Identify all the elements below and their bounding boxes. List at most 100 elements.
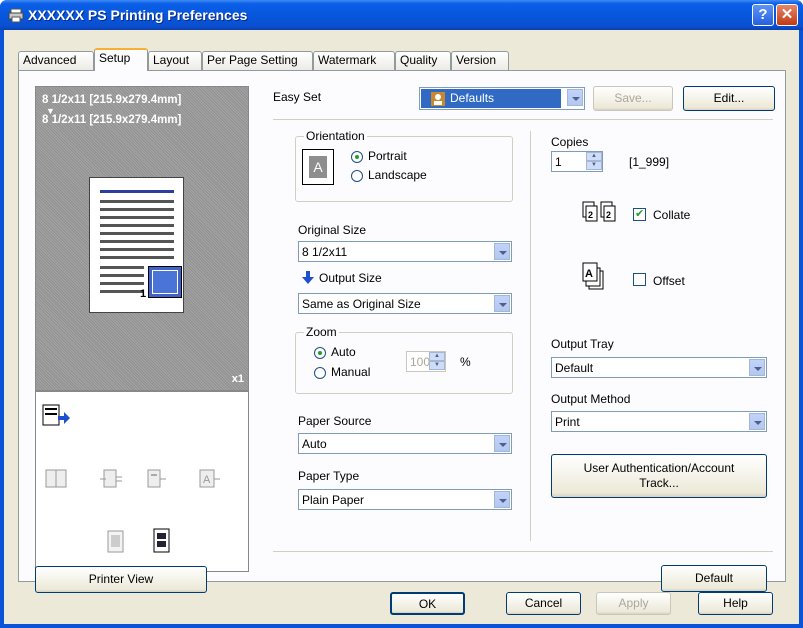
tab-version[interactable]: Version	[451, 51, 509, 70]
original-size-select[interactable]: 8 1/2x11	[298, 241, 512, 262]
tab-per-page-setting[interactable]: Per Page Setting	[202, 51, 313, 70]
zoom-manual-label[interactable]: Manual	[331, 365, 370, 379]
collate-icon: 2 2	[582, 201, 616, 222]
easy-set-label: Easy Set	[273, 90, 322, 104]
preview-text-line	[100, 240, 174, 243]
paper-source-select[interactable]: Auto	[298, 433, 512, 454]
printer-output-icon[interactable]	[42, 404, 72, 428]
zoom-unit: %	[460, 355, 471, 369]
paper-type-value: Plain Paper	[302, 493, 365, 507]
cancel-button[interactable]: Cancel	[506, 592, 581, 615]
offset-label[interactable]: Offset	[653, 274, 685, 288]
output-size-select[interactable]: Same as Original Size	[298, 293, 512, 314]
orientation-letter-icon: A	[309, 156, 327, 178]
fold-icon[interactable]: A	[196, 467, 224, 491]
orientation-group: Orientation A Portrait Landscape	[295, 129, 513, 202]
booklet-icon[interactable]	[44, 467, 70, 491]
cover-page-icon[interactable]	[106, 529, 126, 555]
chevron-down-icon[interactable]	[494, 295, 510, 312]
punch-icon[interactable]	[98, 467, 124, 491]
zoom-auto-label[interactable]: Auto	[331, 345, 356, 359]
tab-setup[interactable]: Setup	[94, 48, 148, 71]
portrait-radio[interactable]	[351, 151, 363, 163]
divider	[273, 119, 773, 120]
tab-quality[interactable]: Quality	[395, 51, 451, 70]
help-button[interactable]: Help	[698, 592, 773, 615]
orientation-legend: Orientation	[304, 129, 367, 143]
paper-preview: 1	[89, 177, 184, 313]
help-title-button[interactable]: ?	[752, 4, 774, 26]
original-size-label: Original Size	[298, 223, 367, 237]
offset-stack-icon: A	[582, 262, 604, 290]
default-button[interactable]: Default	[661, 565, 767, 592]
zoom-manual-radio[interactable]	[314, 367, 326, 379]
tab-advanced[interactable]: Advanced	[18, 51, 94, 70]
image-placeholder	[148, 266, 182, 298]
preview-text-line	[100, 216, 174, 219]
paper-source-label: Paper Source	[298, 414, 372, 428]
offset-checkbox[interactable]	[633, 273, 646, 286]
preview-text-line	[100, 282, 144, 285]
chevron-down-icon[interactable]	[749, 413, 765, 430]
preview-output-size: 8 1/2x11 [215.9x279.4mm]	[42, 114, 182, 126]
chevron-down-icon[interactable]	[494, 243, 510, 260]
output-tray-select[interactable]: Default	[551, 357, 767, 378]
preview-text-line	[100, 200, 174, 203]
chevron-down-icon[interactable]	[494, 435, 510, 452]
preview-text-line	[100, 290, 144, 293]
chevron-down-icon[interactable]	[749, 359, 765, 376]
portrait-label[interactable]: Portrait	[368, 149, 407, 163]
save-button[interactable]: Save...	[593, 86, 673, 111]
user-authentication-button[interactable]: User Authentication/Account Track...	[551, 454, 767, 498]
preview-text-line	[100, 248, 174, 251]
paper-source-value: Auto	[302, 437, 327, 451]
chevron-down-icon[interactable]	[494, 491, 510, 508]
svg-text:2: 2	[588, 210, 593, 220]
original-size-value: 8 1/2x11	[302, 245, 348, 259]
user-auth-line1: User Authentication/Account	[583, 461, 735, 475]
output-size-value: Same as Original Size	[302, 297, 421, 311]
tab-watermark[interactable]: Watermark	[313, 51, 395, 70]
easy-set-select[interactable]: Defaults	[419, 87, 585, 110]
landscape-radio[interactable]	[351, 170, 363, 182]
printer-view-button[interactable]: Printer View	[35, 566, 207, 593]
edit-button[interactable]: Edit...	[683, 86, 775, 111]
column-divider	[530, 131, 531, 541]
output-method-select[interactable]: Print	[551, 411, 767, 432]
zoom-percent-spinner[interactable]: 100 ▲ ▼	[406, 351, 446, 372]
window-title: XXXXXX PS Printing Preferences	[28, 7, 248, 23]
zoom-value: 100	[410, 355, 431, 369]
chevron-down-icon[interactable]	[567, 89, 583, 106]
zoom-group: Zoom Auto Manual 100 ▲ ▼ %	[295, 325, 513, 394]
device-icon-panel: A	[35, 391, 249, 572]
svg-text:A: A	[203, 474, 211, 486]
preview-page-number: 1	[140, 288, 147, 300]
title-bar[interactable]: XXXXXX PS Printing Preferences ? ✕	[0, 0, 803, 30]
copies-range: [1_999]	[629, 155, 670, 169]
collate-label[interactable]: Collate	[653, 208, 690, 222]
ok-button[interactable]: OK	[390, 592, 465, 615]
collate-checkbox[interactable]	[633, 207, 646, 221]
close-icon[interactable]: ✕	[776, 4, 798, 26]
apply-button[interactable]: Apply	[596, 592, 671, 615]
copies-value: 1	[555, 155, 562, 169]
blue-down-arrow-icon	[302, 271, 314, 284]
user-profile-icon	[431, 92, 445, 106]
copies-label: Copies	[551, 135, 589, 149]
preview-text-line	[100, 232, 174, 235]
zoom-spin-buttons[interactable]: ▲ ▼	[429, 352, 445, 371]
easy-set-value: Defaults	[450, 91, 495, 105]
preview-text-line	[100, 256, 174, 259]
paper-type-select[interactable]: Plain Paper	[298, 489, 512, 510]
dialog-window: XXXXXX PS Printing Preferences ? ✕ Advan…	[0, 0, 803, 628]
copies-spin-buttons[interactable]: ▲ ▼	[586, 152, 602, 171]
zoom-auto-radio[interactable]	[314, 347, 326, 359]
tab-layout[interactable]: Layout	[148, 51, 202, 70]
staple-icon[interactable]	[144, 467, 170, 491]
landscape-label[interactable]: Landscape	[368, 168, 427, 182]
output-method-value: Print	[555, 415, 580, 429]
output-tray-value: Default	[555, 361, 594, 375]
barcode-page-icon[interactable]	[152, 527, 172, 555]
preview-text-line	[100, 266, 144, 269]
copies-spinner[interactable]: 1 ▲ ▼	[551, 151, 603, 172]
